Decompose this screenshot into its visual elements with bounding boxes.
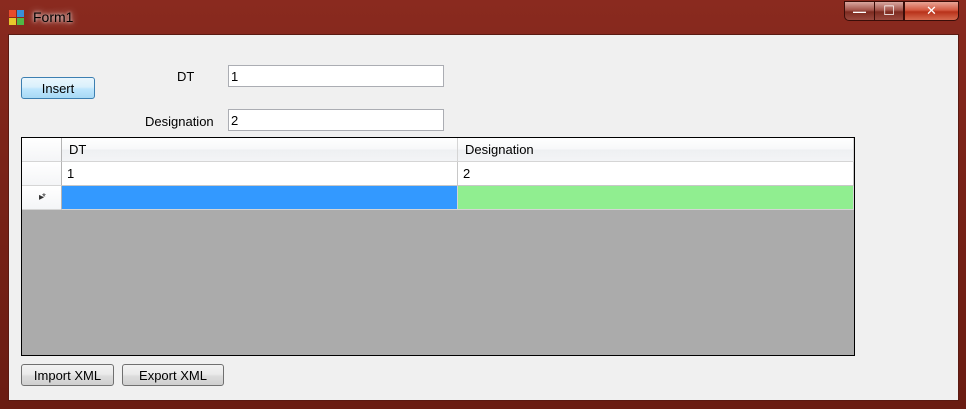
new-row-cell-dt[interactable] xyxy=(62,186,458,210)
column-header-dt[interactable]: DT xyxy=(62,138,458,162)
form-client-area: Insert DT Designation DT Designation 1 2… xyxy=(8,34,959,401)
grid-header-row: DT Designation xyxy=(22,138,854,162)
dt-label: DT xyxy=(177,69,195,84)
close-icon: ✕ xyxy=(926,3,937,18)
grid-corner-header[interactable] xyxy=(22,138,62,162)
new-row-header[interactable]: ▸* xyxy=(22,186,62,210)
grid-cell-designation[interactable]: 2 xyxy=(458,162,854,186)
import-xml-button[interactable]: Import XML xyxy=(21,364,114,386)
minimize-button[interactable]: — xyxy=(844,1,874,21)
table-row[interactable]: 1 2 xyxy=(22,162,854,186)
minimize-icon: — xyxy=(853,3,866,19)
column-header-designation[interactable]: Designation xyxy=(458,138,854,162)
designation-label: Designation xyxy=(145,114,214,129)
data-grid[interactable]: DT Designation 1 2 ▸* xyxy=(21,137,855,356)
caption-buttons: — ☐ ✕ xyxy=(844,1,959,23)
dt-input[interactable] xyxy=(228,65,444,87)
new-row[interactable]: ▸* xyxy=(22,186,854,210)
maximize-button[interactable]: ☐ xyxy=(874,1,904,21)
maximize-icon: ☐ xyxy=(883,3,895,18)
new-row-indicator-icon: ▸* xyxy=(39,192,46,203)
export-xml-button[interactable]: Export XML xyxy=(122,364,224,386)
grid-cell-dt[interactable]: 1 xyxy=(62,162,458,186)
window: Form1 — ☐ ✕ Insert DT Designation DT Des… xyxy=(0,0,966,409)
row-header[interactable] xyxy=(22,162,62,186)
designation-input[interactable] xyxy=(228,109,444,131)
title-bar[interactable]: Form1 — ☐ ✕ xyxy=(0,0,966,34)
window-title: Form1 xyxy=(33,9,74,25)
close-button[interactable]: ✕ xyxy=(904,1,959,21)
new-row-cell-designation[interactable] xyxy=(458,186,854,210)
app-icon xyxy=(9,10,25,26)
insert-button[interactable]: Insert xyxy=(21,77,95,99)
